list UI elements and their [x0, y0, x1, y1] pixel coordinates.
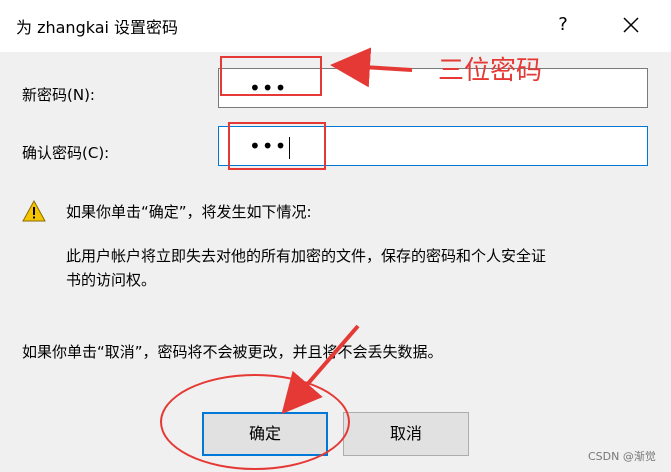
annotation-circle-ok: [160, 374, 350, 470]
cancel-note: 如果你单击“取消”，密码将不会被更改，并且将不会丢失数据。: [22, 343, 443, 361]
title-bar: 为 zhangkai 设置密码 ?: [0, 0, 671, 52]
cancel-button[interactable]: 取消: [343, 412, 469, 456]
close-icon: [623, 17, 639, 33]
help-button[interactable]: ?: [548, 10, 578, 40]
annotation-callout: 三位密码: [438, 56, 543, 86]
warning-body-line1: 此用户帐户将立即失去对他的所有加密的文件，保存的密码和个人安全证: [66, 247, 547, 265]
new-password-label: 新密码(N):: [22, 86, 95, 104]
warning-heading: 如果你单击“确定”，将发生如下情况:: [66, 203, 312, 221]
warning-icon: [22, 200, 46, 222]
close-button[interactable]: [616, 10, 646, 40]
watermark: CSDN @渐觉: [588, 450, 656, 463]
dialog-title: 为 zhangkai 设置密码: [16, 18, 179, 37]
annotation-box-confirm-password: [228, 122, 326, 170]
warning-body-line2: 书的访问权。: [66, 271, 157, 289]
annotation-box-new-password: [220, 56, 322, 96]
confirm-password-label: 确认密码(C):: [22, 144, 110, 162]
